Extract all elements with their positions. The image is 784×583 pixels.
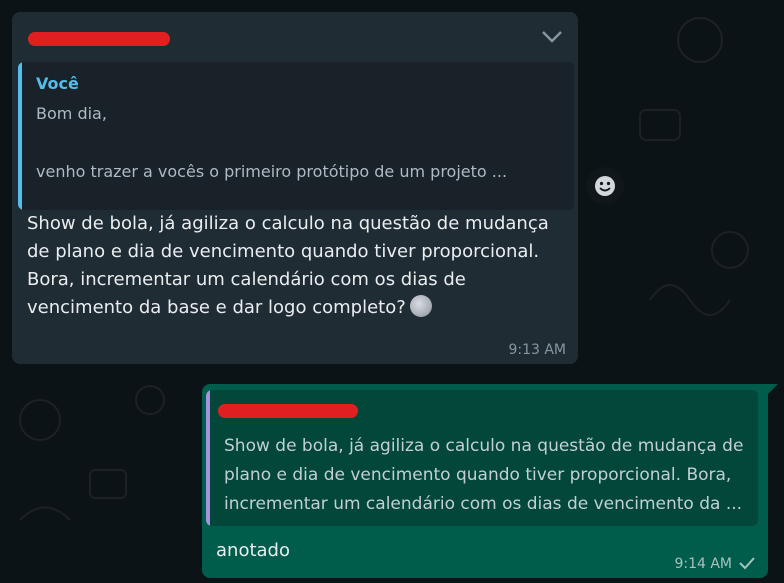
quote-text: Show de bola, já agiliza o calculo na qu…	[224, 436, 744, 514]
message-body: Show de bola, já agiliza o calculo na qu…	[27, 213, 549, 318]
quote-line: Bom dia,	[36, 104, 107, 123]
quoted-message[interactable]: Show de bola, já agiliza o calculo na qu…	[206, 390, 758, 526]
redaction-mark	[28, 32, 170, 46]
quote-author: Você	[36, 74, 79, 93]
message-time: 9:13 AM	[508, 342, 566, 358]
quote-accent-bar	[18, 62, 22, 210]
message-text: anotado	[216, 540, 290, 561]
outgoing-message[interactable]: Show de bola, já agiliza o calculo na qu…	[202, 384, 768, 578]
quoted-message[interactable]: Você Bom dia, venho trazer a vocês o pri…	[18, 62, 574, 210]
new-moon-face-icon	[409, 295, 432, 317]
redaction-mark	[218, 404, 358, 418]
quote-accent-bar	[206, 390, 210, 526]
quote-line: venho trazer a vocês o primeiro protótip…	[36, 162, 508, 181]
react-button[interactable]	[586, 167, 624, 205]
message-time: 9:14 AM	[674, 556, 732, 572]
incoming-message[interactable]: Você Bom dia, venho trazer a vocês o pri…	[12, 12, 578, 364]
emoji-react-icon	[595, 176, 615, 196]
message-text: Show de bola, já agiliza o calculo na qu…	[27, 210, 567, 322]
single-check-icon	[739, 557, 755, 570]
chevron-down-icon[interactable]	[539, 26, 565, 46]
